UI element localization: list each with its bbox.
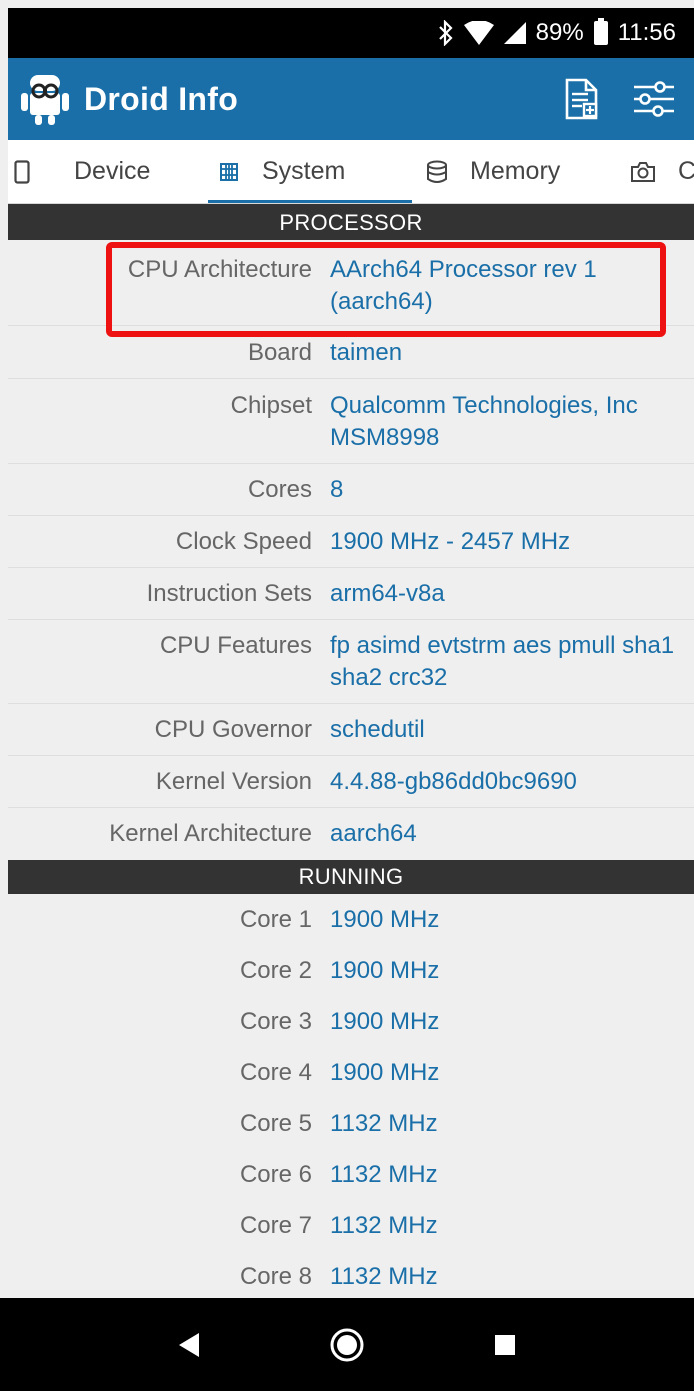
section-header-running: RUNNING — [8, 860, 694, 894]
core-label: Core 3 — [239, 1008, 312, 1035]
core-label: Core 1 — [239, 906, 312, 933]
row-label: Cores — [247, 476, 312, 503]
report-button[interactable] — [550, 67, 614, 131]
row-label: Chipset — [230, 392, 312, 419]
droid-logo-icon — [16, 68, 74, 130]
memory-icon — [426, 160, 448, 184]
recents-icon — [495, 1334, 515, 1355]
bluetooth-icon — [438, 20, 454, 46]
tab-system[interactable]: System — [208, 140, 412, 203]
camera-icon — [630, 161, 656, 183]
core-frequency: 1900 MHz — [330, 906, 440, 933]
core-label: Core 5 — [239, 1110, 312, 1137]
core-label: Core 4 — [239, 1059, 312, 1086]
row-label: CPU Governor — [154, 716, 312, 743]
cpu-icon — [218, 161, 240, 183]
row-label: CPU Features — [159, 632, 312, 659]
row-label: Clock Speed — [175, 528, 312, 555]
row-value: aarch64 — [330, 820, 417, 847]
tab-memory[interactable]: Memory — [412, 140, 618, 203]
info-row-kernel-version: Kernel Version 4.4.88-gb86dd0bc9690 — [8, 756, 694, 808]
home-button[interactable] — [317, 1315, 377, 1375]
core-row-6: Core 6 1132 MHz — [8, 1159, 694, 1210]
info-row-cores: Cores 8 — [8, 464, 694, 516]
core-row-5: Core 5 1132 MHz — [8, 1108, 694, 1159]
row-value: 4.4.88-gb86dd0bc9690 — [330, 768, 577, 795]
cellular-signal-icon — [503, 22, 526, 44]
row-value: arm64-v8a — [330, 580, 445, 607]
row-label: Kernel Architecture — [109, 820, 312, 847]
tab-camera[interactable]: C — [618, 140, 694, 203]
core-label: Core 7 — [239, 1212, 312, 1239]
row-value: 8 — [330, 476, 344, 503]
tab-device[interactable]: Device — [8, 140, 208, 203]
clock: 11:56 — [617, 19, 676, 46]
battery-icon — [593, 18, 608, 45]
row-value: fp asimd evtstrm aes pmull sha1 sha2 crc… — [330, 632, 675, 691]
tab-label: C — [678, 157, 694, 186]
section-header-processor: PROCESSOR — [8, 204, 694, 240]
core-frequency: 1900 MHz — [330, 957, 440, 984]
core-frequency: 1132 MHz — [330, 1263, 438, 1290]
tab-label: Memory — [470, 157, 561, 185]
core-row-2: Core 2 1900 MHz — [8, 955, 694, 1006]
core-label: Core 2 — [239, 957, 312, 984]
battery-percent: 89% — [535, 19, 584, 46]
info-row-instruction-sets: Instruction Sets arm64-v8a — [8, 568, 694, 620]
status-bar: 89% 11:56 — [8, 8, 694, 58]
app-frame: 89% 11:56 Droid Info Device System Memor… — [0, 0, 694, 1391]
navigation-bar — [0, 1298, 694, 1391]
core-frequency: 1132 MHz — [330, 1110, 438, 1137]
app-title: Droid Info — [84, 80, 239, 117]
row-value: schedutil — [330, 716, 425, 743]
row-label: Instruction Sets — [146, 580, 312, 607]
tab-label: System — [262, 157, 346, 185]
tab-label: Device — [74, 157, 151, 185]
info-row-chipset: Chipset Qualcomm Technologies, Inc MSM89… — [8, 379, 694, 464]
info-row-clock-speed: Clock Speed 1900 MHz - 2457 MHz — [8, 516, 694, 568]
core-row-3: Core 3 1900 MHz — [8, 1006, 694, 1057]
row-value: taimen — [330, 339, 403, 366]
info-row-kernel-architecture: Kernel Architecture aarch64 — [8, 808, 694, 860]
tab-bar: Device System Memory — [8, 140, 694, 204]
settings-button[interactable] — [622, 67, 686, 131]
core-frequency: 1132 MHz — [330, 1161, 438, 1188]
running-cores-list: Core 1 1900 MHz Core 2 1900 MHz Core 3 1… — [8, 894, 694, 1298]
row-label: Board — [247, 339, 312, 366]
core-label: Core 8 — [239, 1263, 312, 1290]
core-row-1: Core 1 1900 MHz — [8, 904, 694, 955]
row-label: Kernel Version — [155, 768, 312, 795]
row-value: 1900 MHz - 2457 MHz — [330, 528, 571, 555]
recents-button[interactable] — [475, 1315, 535, 1375]
settings-sliders-icon — [634, 81, 674, 117]
core-label: Core 6 — [239, 1161, 312, 1188]
highlight-box — [106, 242, 666, 337]
back-icon — [179, 1332, 199, 1357]
info-row-cpu-governor: CPU Governor schedutil — [8, 704, 694, 756]
core-row-8: Core 8 1132 MHz — [8, 1261, 694, 1298]
home-icon — [330, 1328, 364, 1361]
core-row-7: Core 7 1132 MHz — [8, 1210, 694, 1261]
info-row-cpu-features: CPU Features fp asimd evtstrm aes pmull … — [8, 620, 694, 704]
back-button[interactable] — [159, 1315, 219, 1375]
app-bar: Droid Info — [8, 58, 694, 140]
core-frequency: 1132 MHz — [330, 1212, 438, 1239]
row-value: Qualcomm Technologies, Inc MSM8998 — [330, 392, 638, 451]
system-info-list[interactable]: PROCESSOR CPU Architecture AArch64 Proce… — [8, 204, 694, 1298]
core-row-4: Core 4 1900 MHz — [8, 1057, 694, 1108]
core-frequency: 1900 MHz — [330, 1008, 440, 1035]
core-frequency: 1900 MHz — [330, 1059, 440, 1086]
phone-icon — [14, 159, 30, 184]
wifi-icon — [463, 21, 494, 45]
report-icon — [565, 78, 598, 120]
